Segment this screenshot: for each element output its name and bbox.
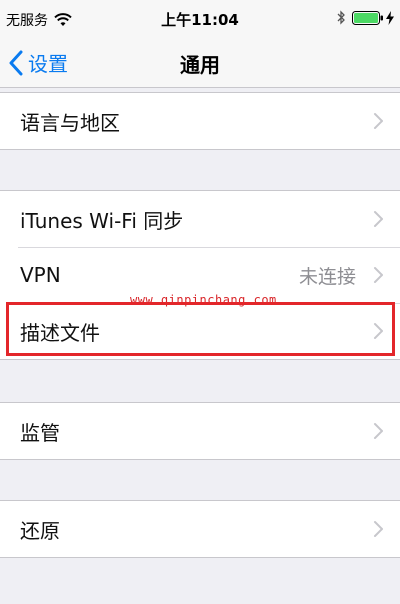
- chevron-right-icon: [374, 211, 383, 227]
- row-label: 语言与地区: [20, 110, 120, 135]
- row-label: iTunes Wi-Fi 同步: [20, 208, 184, 233]
- settings-group-reset: 还原: [0, 500, 400, 558]
- row-profiles[interactable]: 描述文件: [0, 303, 400, 359]
- settings-group-sync: iTunes Wi-Fi 同步 VPN 未连接 描述文件: [0, 190, 400, 360]
- chevron-right-icon: [374, 423, 383, 439]
- row-label: 还原: [20, 518, 60, 543]
- row-reset[interactable]: 还原: [0, 501, 400, 557]
- bluetooth-icon: [337, 10, 345, 25]
- battery-icon: [352, 10, 383, 25]
- row-label: 描述文件: [20, 320, 100, 345]
- navigation-bar: 设置 通用: [0, 36, 400, 88]
- status-right: [336, 10, 394, 25]
- chevron-right-icon: [374, 323, 383, 339]
- status-bar: 无服务 上午11:04: [0, 0, 400, 36]
- row-supervision[interactable]: 监管: [0, 403, 400, 459]
- page-title: 通用: [180, 53, 220, 77]
- row-label: 监管: [20, 420, 60, 445]
- chevron-right-icon: [374, 521, 383, 537]
- row-label: VPN: [20, 263, 61, 287]
- row-language-region[interactable]: 语言与地区: [0, 93, 400, 149]
- charging-icon: [386, 10, 394, 25]
- settings-group-supervision: 监管: [0, 402, 400, 460]
- row-itunes-wifi-sync[interactable]: iTunes Wi-Fi 同步: [0, 191, 400, 247]
- settings-group-language: 语言与地区: [0, 92, 400, 150]
- vpn-status-value: 未连接: [298, 265, 356, 288]
- chevron-right-icon: [374, 113, 383, 129]
- chevron-right-icon: [374, 267, 383, 283]
- watermark-text: www.qinpinchang.com: [130, 293, 277, 307]
